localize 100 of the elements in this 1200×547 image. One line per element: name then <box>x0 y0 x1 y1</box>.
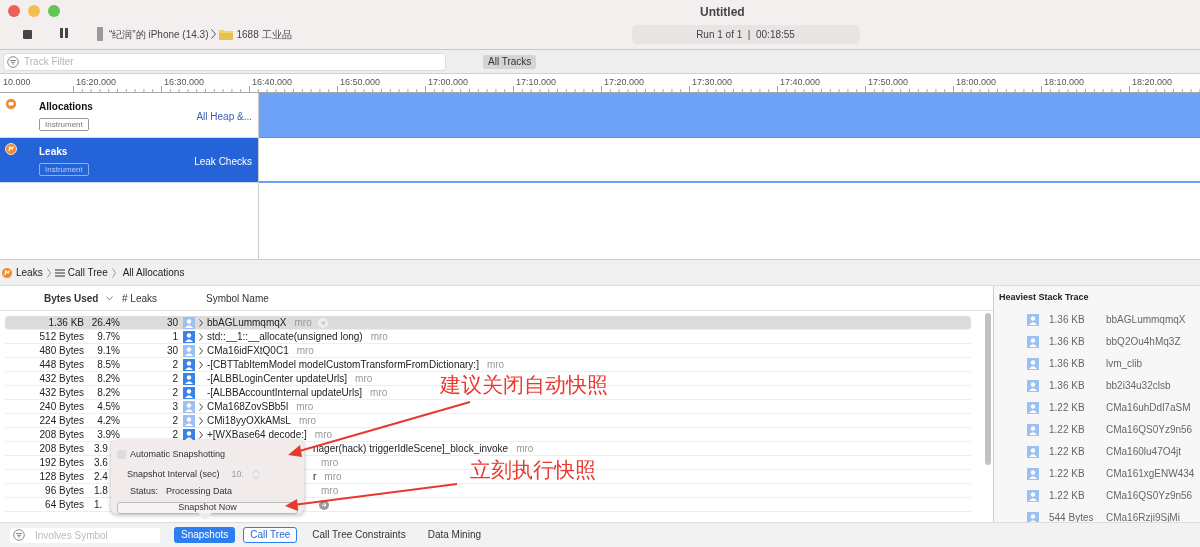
track-header[interactable]: Leaks Instrument Leak Checks <box>0 138 258 183</box>
leaks-cell-text: 2 <box>171 428 178 442</box>
phone-icon <box>97 27 103 41</box>
scrollbar[interactable] <box>985 313 991 465</box>
window-title: Untitled <box>700 4 745 21</box>
percent-cell-text: 8.2% <box>96 372 120 386</box>
filter-icon <box>13 529 25 541</box>
frame-size: 1.36 KB <box>1049 357 1086 371</box>
leaks-cell-text: 3 <box>171 400 178 414</box>
frame-size: 544 Bytes <box>1049 511 1095 525</box>
status-label: Status: <box>130 485 158 498</box>
frame-symbol[interactable]: bb2i34u32clsb <box>1106 378 1171 393</box>
person-icon <box>1027 357 1039 370</box>
symbol-cell-text: CMi18yyOXkAMsL <box>207 414 291 428</box>
panel-title: Heaviest Stack Trace <box>999 291 1090 304</box>
percent-cell-text: 8.2% <box>96 386 120 400</box>
bytes-cell-text: 432 Bytes <box>38 372 84 386</box>
bottom-tab[interactable]: Data Mining <box>420 527 488 543</box>
percent-cell-text: 9.7% <box>96 330 120 344</box>
percent-cell-text: 8.5% <box>96 358 120 372</box>
breadcrumb-item[interactable]: All Allocations <box>122 265 185 280</box>
bytes-cell-text: 64 Bytes <box>44 498 84 512</box>
bytes-cell-text: 96 Bytes <box>44 484 84 498</box>
symbol-cell-text: r <box>313 470 317 484</box>
breadcrumb-item[interactable]: Leaks <box>16 265 43 280</box>
table-row[interactable]: 448 Bytes 8.5% 2 -[CBTTabItemModel modelCustomTransformFromDictionary:] mro <box>5 358 971 372</box>
frame-symbol[interactable]: CMa16QS0Yz9n56 <box>1106 422 1193 437</box>
bytes-cell-text: 480 Bytes <box>38 344 84 358</box>
person-icon <box>1027 335 1039 348</box>
all-tracks-button[interactable]: All Tracks <box>483 54 537 69</box>
frame-symbol[interactable]: bbAGLummqmqX <box>1106 312 1186 327</box>
leaks-cell-text: 2 <box>171 358 178 372</box>
frame-size: 1.36 KB <box>1049 379 1086 393</box>
sort-icon <box>106 296 113 301</box>
filter-icon <box>7 55 19 68</box>
frame-symbol[interactable]: bbQ2Ou4hMq3Z <box>1106 334 1181 349</box>
ruler-label: 16:40.000 <box>252 76 293 89</box>
interval-label: Snapshot Interval (sec) <box>127 467 220 481</box>
track-detail: All Heap &... <box>196 110 252 124</box>
table-row[interactable]: 240 Bytes 4.5% 3 CMa168ZovSBb5l mro <box>5 400 971 414</box>
device-name[interactable]: “纪润”的 iPhone (14.3) <box>109 26 209 42</box>
library-cell-text: mro <box>296 344 314 358</box>
table-row[interactable]: 480 Bytes 9.1% 30 CMa16idFXtQ0C1 mro <box>5 344 971 358</box>
bottom-tab[interactable]: Call Tree Constraints <box>305 527 413 543</box>
table-row[interactable]: 224 Bytes 4.2% 2 CMi18yyOXkAMsL mro <box>5 414 971 428</box>
ruler-label: 17:30.000 <box>692 76 733 89</box>
frame-symbol[interactable]: CMa161xgENW434 <box>1106 466 1195 481</box>
ruler-label: 17:50.000 <box>868 76 909 89</box>
library-cell-text: mro <box>355 372 373 386</box>
column-header[interactable]: # Leaks <box>122 291 182 306</box>
stop-button[interactable] <box>21 28 33 40</box>
percent-cell-text: 26.4% <box>90 316 120 330</box>
library-cell-text: mro <box>294 316 312 330</box>
frame-size: 1.22 KB <box>1049 489 1086 503</box>
go-arrow-icon[interactable] <box>319 499 329 510</box>
column-header[interactable]: Symbol Name <box>206 291 269 306</box>
person-icon <box>1027 445 1039 458</box>
person-icon <box>1027 313 1039 326</box>
frame-symbol[interactable]: lvm_clib <box>1106 356 1143 371</box>
column-header[interactable]: Bytes Used <box>44 291 100 306</box>
frame-size: 1.36 KB <box>1049 313 1086 327</box>
bytes-cell-text: 240 Bytes <box>38 400 84 414</box>
frame-size: 1.22 KB <box>1049 467 1086 481</box>
status-value: Processing Data <box>166 485 233 498</box>
instrument-icon <box>1 266 13 279</box>
snapshot-now-button[interactable]: Snapshot Now <box>117 501 298 514</box>
frame-symbol[interactable]: CMa160lu47O4jt <box>1106 444 1182 459</box>
leaks-cell-text: 2 <box>171 372 178 386</box>
library-cell-text: mro <box>296 400 314 414</box>
pause-button[interactable] <box>59 28 69 40</box>
ruler-label: 17:40.000 <box>780 76 821 89</box>
library-cell-text: mro <box>321 484 339 498</box>
library-cell-text: mro <box>486 358 505 372</box>
track-detail: Leak Checks <box>194 155 252 169</box>
frame-symbol[interactable]: CMa16Rzji9SjMi <box>1106 510 1180 525</box>
table-row[interactable]: 1.36 KB 26.4% 30 bbAGLummqmqX mro <box>5 316 971 330</box>
library-cell-text: mro <box>314 428 333 442</box>
library-cell-text: mro <box>321 456 339 470</box>
table-row[interactable]: 512 Bytes 9.7% 1 std::__1::__allocate(unsigned long) mro <box>5 330 971 344</box>
close-button[interactable] <box>8 5 20 17</box>
library-cell-text: mro <box>370 330 388 344</box>
leaks-cell-text: 30 <box>165 344 178 358</box>
chevron-icon <box>211 29 217 39</box>
percent-cell-text: 2.4 <box>94 470 108 484</box>
app-name[interactable]: 1688 工业品 <box>236 26 292 42</box>
instrument-icon <box>5 143 17 155</box>
bottom-tab[interactable]: Snapshots <box>174 527 236 543</box>
bottom-tab[interactable]: Call Tree <box>243 527 298 543</box>
person-icon <box>1027 467 1039 480</box>
person-icon <box>1027 489 1039 502</box>
breadcrumb-item[interactable]: Call Tree <box>67 265 108 280</box>
frame-symbol[interactable]: CMa16QS0Yz9n56 <box>1106 488 1193 503</box>
ruler-label: 17:10.000 <box>516 76 557 89</box>
symbol-cell-text: std::__1::__allocate(unsigned long) <box>207 330 363 344</box>
ruler-label: 16:30.000 <box>164 76 205 89</box>
bytes-cell-text: 192 Bytes <box>38 456 84 470</box>
frame-symbol[interactable]: CMa16uhDdl7aSM <box>1106 400 1191 415</box>
track-name: Leaks <box>39 145 68 159</box>
ruler-label: 18:00.000 <box>956 76 997 89</box>
ruler-label: 18:20.000 <box>1132 76 1173 89</box>
